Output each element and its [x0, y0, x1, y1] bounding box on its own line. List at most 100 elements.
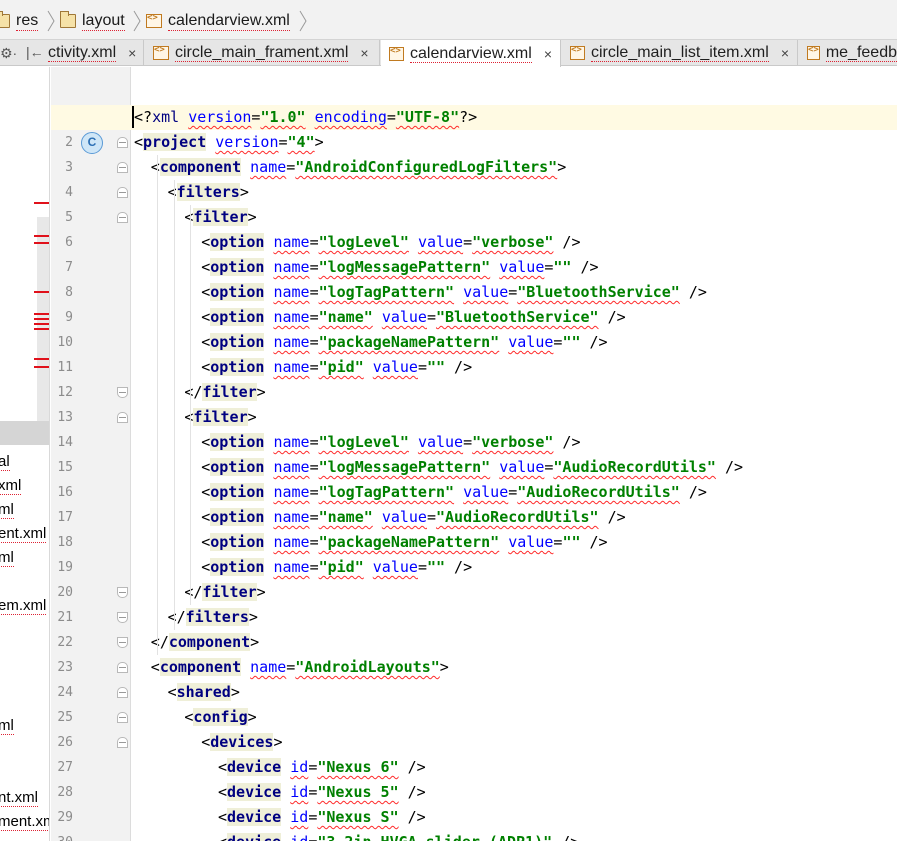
gear-icon[interactable]: ⚙·: [0, 45, 17, 62]
line-number: 2: [65, 135, 73, 150]
fold-expand-icon[interactable]: [117, 712, 128, 723]
project-file-item[interactable]: em.xml: [0, 597, 47, 615]
code-token-punc: />: [398, 758, 426, 776]
breadcrumb-item-file[interactable]: calendarview.xml: [146, 10, 290, 32]
code-line: <option name="logLevel" value="verbose" …: [201, 430, 581, 455]
close-icon[interactable]: ×: [128, 45, 136, 61]
code-token-punc: <: [167, 183, 177, 201]
code-token-punc: [409, 233, 418, 251]
code-token-val: "AudioRecordUtils": [517, 483, 680, 501]
error-marker: [34, 202, 49, 204]
project-file-item[interactable]: ml: [0, 501, 14, 519]
fold-collapse-end-icon[interactable]: [117, 587, 128, 598]
fold-expand-icon[interactable]: [117, 687, 128, 698]
code-token-tag: devices: [210, 733, 274, 751]
code-line: <filters>: [168, 180, 249, 205]
project-file-item[interactable]: ent.xml: [0, 525, 47, 543]
code-line: <option name="logTagPattern" value="Blue…: [201, 280, 707, 305]
fold-expand-icon[interactable]: [117, 212, 128, 223]
fold-expand-icon[interactable]: [117, 187, 128, 198]
close-icon[interactable]: ×: [781, 45, 789, 61]
xml-file-icon: [146, 13, 162, 28]
fold-expand-icon[interactable]: [117, 662, 128, 673]
code-editor[interactable]: 1234567891011121314151617181920212223242…: [51, 67, 897, 841]
breadcrumb-item-layout[interactable]: layout: [60, 10, 125, 32]
code-token-punc: [241, 158, 250, 176]
class-gutter-icon[interactable]: C: [81, 132, 103, 154]
project-file-item[interactable]: ml: [0, 549, 14, 567]
code-token-punc: <: [134, 133, 144, 151]
code-token-punc: =: [309, 333, 319, 351]
breadcrumb-item-res[interactable]: res: [0, 10, 39, 32]
code-token-punc: <: [167, 683, 177, 701]
code-token-punc: >: [230, 683, 240, 701]
code-token-tag: option: [210, 558, 265, 576]
project-file-item[interactable]: ment.xm: [0, 813, 49, 831]
code-line: <option name="logMessagePattern" value="…: [201, 255, 599, 280]
indent-guide: [173, 180, 175, 630]
tab-label: ctivity.xml: [48, 44, 117, 62]
fold-expand-icon[interactable]: [117, 162, 128, 173]
code-token-tag: device: [227, 758, 282, 776]
tab-activity-xml[interactable]: ctivity.xml ×: [48, 40, 144, 66]
code-line: <filter>: [184, 205, 257, 230]
code-token-attr: name: [273, 283, 310, 301]
code-token-val: "logMessagePattern": [318, 458, 491, 476]
code-token-attr: name: [273, 358, 310, 376]
breadcrumb-label: layout: [82, 11, 125, 31]
fold-collapse-end-icon[interactable]: [117, 612, 128, 623]
close-icon[interactable]: ×: [360, 45, 368, 61]
code-line: <option name="pid" value="" />: [201, 355, 472, 380]
code-token-punc: <: [201, 558, 211, 576]
fold-collapse-end-icon[interactable]: [117, 387, 128, 398]
code-token-punc: />: [580, 333, 608, 351]
tab-me-feedback[interactable]: me_feedb: [799, 40, 897, 66]
tab-calendarview-xml[interactable]: calendarview.xml ×: [381, 40, 561, 67]
code-token-punc: <: [201, 533, 211, 551]
code-token-punc: <: [201, 333, 211, 351]
code-line: </filters>: [168, 605, 258, 630]
project-file-item[interactable]: al: [0, 453, 10, 471]
line-number: 28: [57, 785, 73, 800]
code-token-punc: />: [679, 483, 707, 501]
fold-expand-icon[interactable]: [117, 137, 128, 148]
line-number: 10: [57, 335, 73, 350]
code-token-punc: =: [508, 483, 518, 501]
code-token-val: "logTagPattern": [318, 283, 455, 301]
code-token-punc: [499, 333, 508, 351]
code-token-punc: [454, 483, 463, 501]
code-token-punc: />: [580, 533, 608, 551]
code-token-attr: value: [417, 433, 464, 451]
project-file-item[interactable]: ml: [0, 717, 14, 735]
code-line: </component>: [151, 630, 259, 655]
selected-row[interactable]: [0, 421, 49, 445]
code-line: <option name="packageNamePattern" value=…: [201, 330, 608, 355]
project-file-item[interactable]: xml: [0, 477, 22, 495]
code-token-punc: <: [218, 833, 227, 841]
fold-expand-icon[interactable]: [117, 412, 128, 423]
fold-collapse-end-icon[interactable]: [117, 637, 128, 648]
code-token-attr: name: [273, 458, 310, 476]
code-token-punc: >: [247, 208, 257, 226]
code-token-punc: =: [309, 508, 319, 526]
fold-expand-icon[interactable]: [117, 737, 128, 748]
line-number: 23: [57, 660, 73, 675]
code-token-punc: >: [250, 633, 260, 651]
code-token-tag: device: [227, 808, 282, 826]
line-number: 5: [65, 210, 73, 225]
code-token-punc: =: [308, 833, 317, 841]
split-pane-icon[interactable]: |←: [26, 44, 44, 60]
project-file-item[interactable]: nt.xml: [0, 789, 39, 807]
code-token-punc: >: [256, 383, 266, 401]
code-token-tag: filter: [202, 583, 257, 601]
tab-circle-main-frament-xml[interactable]: circle_main_frament.xml ×: [145, 40, 380, 66]
code-token-tag: option: [210, 483, 265, 501]
code-token-punc: =: [309, 433, 319, 451]
close-icon[interactable]: ×: [544, 46, 552, 62]
error-marker: [34, 242, 49, 244]
code-token-punc: </: [167, 608, 186, 626]
code-token-val: "logTagPattern": [318, 483, 455, 501]
code-line: <config>: [184, 705, 257, 730]
tab-circle-main-list-item-xml[interactable]: circle_main_list_item.xml ×: [562, 40, 798, 66]
code-token-punc: />: [552, 833, 579, 841]
